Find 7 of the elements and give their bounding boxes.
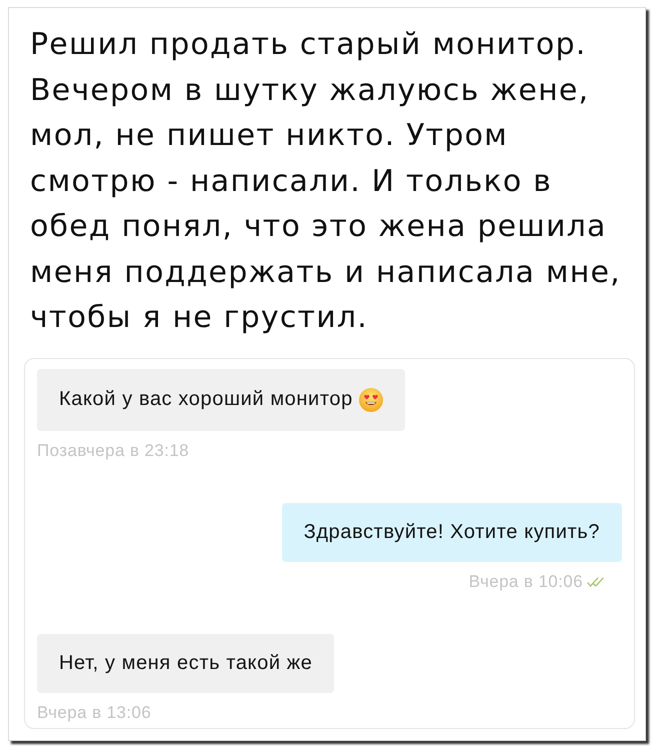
message-time: Позавчера в 23:18 — [37, 442, 190, 460]
message-text: Нет, у меня есть такой же — [59, 652, 312, 674]
message-time: Вчера в 10:06 — [468, 572, 583, 590]
message-text: Какой у вас хороший монитор — [59, 389, 353, 410]
message-text: Здравствуйте! Хотите купить? — [304, 522, 600, 542]
post-text: Решил продать старый монитор. Вечером в шутку жалуюсь жене, мол, не пишет никто. Утром смотрю - написали. И только в обед понял, что это жена решила меня поддержать и написала мне, чтобы я не грустил. — [29, 26, 622, 337]
message-time: Вчера в 13:06 — [37, 704, 152, 722]
